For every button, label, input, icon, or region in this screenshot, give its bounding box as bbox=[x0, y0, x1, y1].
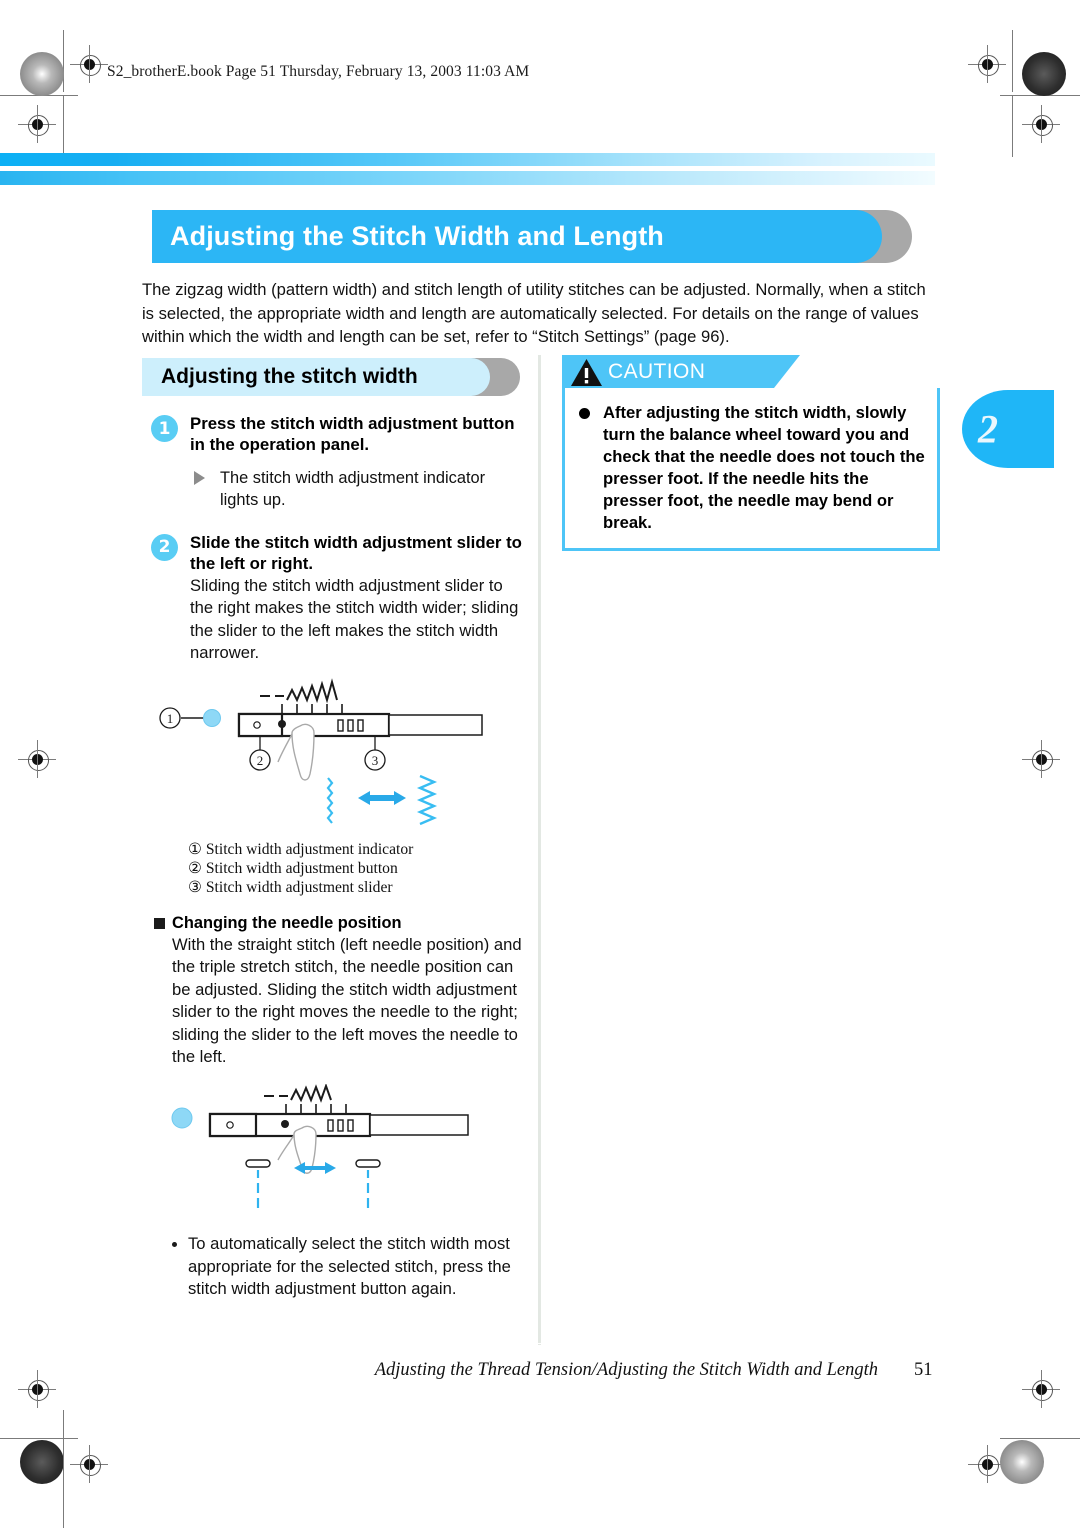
registration-mark-right-middle bbox=[1022, 740, 1060, 778]
caution-tab-row: CAUTION bbox=[562, 355, 940, 388]
page-footer: Adjusting the Thread Tension/Adjusting t… bbox=[150, 1360, 940, 1381]
crop-line-right-vert bbox=[1012, 95, 1013, 157]
column-divider bbox=[538, 355, 541, 1345]
needle-position-illustration bbox=[171, 1083, 469, 1209]
caution-body-box: After adjusting the stitch width, slowly… bbox=[562, 388, 940, 552]
crop-line-left-edge bbox=[63, 1410, 64, 1528]
intro-paragraph: The zigzag width (pattern width) and sti… bbox=[142, 280, 926, 347]
step-2-number: 2 bbox=[151, 533, 178, 561]
footer-running-title: Adjusting the Thread Tension/Adjusting t… bbox=[374, 1360, 878, 1380]
legend-item-3: ③ Stitch width adjustment slider bbox=[188, 879, 393, 897]
legend-item-1: ① Stitch width adjustment indicator bbox=[188, 841, 414, 859]
caution-text: After adjusting the stitch width, slowly… bbox=[603, 403, 925, 533]
caution-bullet-icon bbox=[579, 408, 590, 419]
stitch-width-slider-illustration: 1 2 3 bbox=[159, 678, 483, 826]
svg-text:3: 3 bbox=[372, 753, 379, 768]
registration-mark-mid-right bbox=[1022, 105, 1060, 143]
chapter-number: 2 bbox=[978, 406, 998, 452]
registration-mark-bottom-left-2 bbox=[70, 1445, 108, 1483]
legend-item-2: ② Stitch width adjustment button bbox=[188, 860, 398, 878]
step-1-number: 1 bbox=[151, 415, 178, 442]
crop-line-bottom-left-horz bbox=[0, 1438, 78, 1439]
registration-mark-top-left bbox=[70, 45, 108, 83]
footer-rule bbox=[150, 1343, 940, 1344]
step-2-body: Sliding the stitch width adjustment slid… bbox=[190, 575, 519, 663]
needle-position-body: With the straight stitch (left needle po… bbox=[172, 935, 522, 1066]
top-bar-lower bbox=[0, 171, 935, 185]
step-1-result-text: The stitch width adjustment indicator li… bbox=[220, 469, 486, 510]
step-1: 1 Press the stitch width adjustment butt… bbox=[142, 413, 524, 455]
section-subheading: Adjusting the stitch width bbox=[161, 365, 418, 388]
step-1-result: The stitch width adjustment indicator li… bbox=[142, 467, 524, 511]
color-patch-bottom-left bbox=[20, 1440, 64, 1484]
caution-tab-slant bbox=[774, 355, 800, 388]
note-text: To automatically select the stitch width… bbox=[188, 1234, 511, 1299]
diagram-needle-position bbox=[142, 1083, 524, 1217]
note-bullet: To automatically select the stitch width… bbox=[142, 1233, 524, 1300]
page-title-banner: Adjusting the Stitch Width and Length bbox=[152, 210, 912, 263]
registration-mark-left-middle bbox=[18, 740, 56, 778]
book-header-line: S2_brotherE.book Page 51 Thursday, Febru… bbox=[107, 63, 530, 80]
triangle-bullet-icon bbox=[194, 471, 205, 486]
crop-line-bottom-right-vert bbox=[1012, 1438, 1074, 1439]
page-title: Adjusting the Stitch Width and Length bbox=[170, 221, 664, 251]
caution-label: CAUTION bbox=[608, 359, 706, 383]
color-patch-top-right bbox=[1022, 52, 1066, 96]
square-bullet-icon bbox=[154, 918, 165, 930]
crop-line-left-vert bbox=[63, 95, 64, 157]
registration-mark-bottom-right bbox=[1022, 1370, 1060, 1408]
needle-position-heading: Changing the needle position bbox=[172, 914, 402, 933]
footer-page-number: 51 bbox=[914, 1360, 933, 1380]
registration-mark-mid-left bbox=[18, 105, 56, 143]
step-2: 2 Slide the stitch width adjustment slid… bbox=[142, 532, 524, 665]
warning-triangle-icon bbox=[571, 359, 602, 386]
round-bullet-icon bbox=[172, 1242, 177, 1248]
chapter-tab: 2 bbox=[962, 390, 1054, 468]
decorative-top-bars bbox=[0, 153, 935, 189]
needle-position-heading-row: Changing the needle position bbox=[142, 914, 524, 933]
left-column: Adjusting the stitch width 1 Press the s… bbox=[142, 358, 524, 1301]
svg-text:1: 1 bbox=[167, 711, 174, 726]
svg-text:2: 2 bbox=[257, 753, 264, 768]
registration-mark-top-right bbox=[968, 45, 1006, 83]
diagram-stitch-width-slider: 1 2 3 bbox=[142, 678, 524, 831]
caution-body-inner: After adjusting the stitch width, slowly… bbox=[565, 402, 927, 534]
crop-line-top-right-vert bbox=[1012, 30, 1013, 92]
color-patch-top-left bbox=[20, 52, 64, 96]
caution-box: CAUTION After adjusting the stitch width… bbox=[562, 355, 940, 552]
diagram-legend: ① Stitch width adjustment indicator ② St… bbox=[142, 841, 524, 898]
step-1-heading: Press the stitch width adjustment button… bbox=[190, 414, 515, 455]
registration-mark-bottom-left bbox=[18, 1370, 56, 1408]
color-patch-bottom-right bbox=[1000, 1440, 1044, 1484]
top-bar-upper bbox=[0, 153, 935, 166]
section-subheading-banner: Adjusting the stitch width bbox=[142, 358, 520, 396]
crop-line-top-left-vert bbox=[63, 30, 64, 92]
step-2-heading: Slide the stitch width adjustment slider… bbox=[190, 532, 522, 573]
